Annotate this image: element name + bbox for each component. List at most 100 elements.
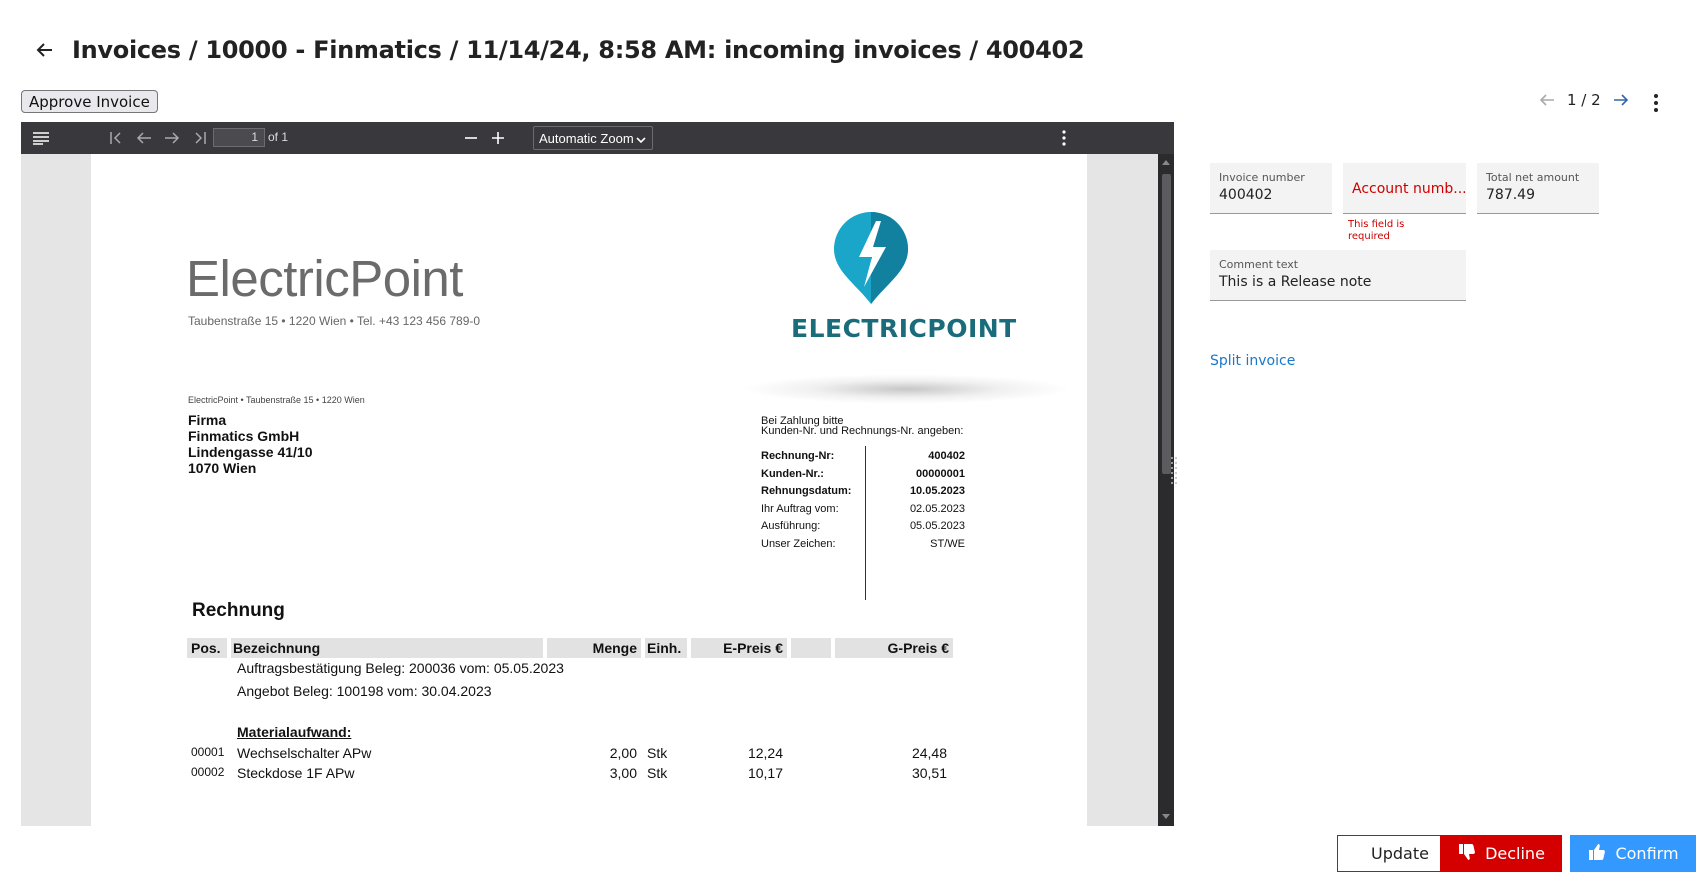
previous-arrow-icon[interactable]: [1535, 88, 1559, 112]
meta-row: Unser Zeichen: ST/WE: [761, 538, 965, 556]
zoom-select-value: Automatic Zoom: [539, 130, 634, 146]
update-button-label: Update: [1371, 844, 1429, 863]
page-total: of 1: [268, 130, 289, 144]
decline-button-label: Decline: [1485, 844, 1545, 863]
col-header-menge: Menge: [547, 638, 641, 658]
field-label: Total net amount: [1486, 171, 1580, 184]
confirm-button[interactable]: Confirm: [1570, 835, 1696, 872]
line-item-pos: 00002: [191, 765, 225, 779]
section-heading: Materialaufwand:: [237, 724, 352, 740]
field-label: Invoice number: [1219, 171, 1305, 184]
line-item-einh: Stk: [647, 745, 668, 761]
recipient-line: Finmatics GmbH: [188, 428, 300, 444]
logo-wordmark: ELECTRICPOINT: [791, 314, 1017, 343]
zoom-out-icon[interactable]: [461, 122, 481, 154]
field-value: This is a Release note: [1219, 274, 1372, 290]
company-address: Taubenstraße 15 • 1220 Wien • Tel. +43 1…: [188, 314, 481, 328]
col-header-blank: [791, 638, 831, 658]
zoom-in-icon[interactable]: [488, 122, 508, 154]
field-error-message: This field is required: [1348, 219, 1405, 242]
total-net-amount-field[interactable]: Total net amount 787.49: [1477, 163, 1599, 214]
more-options-icon[interactable]: [1648, 92, 1664, 114]
meta-value: 10.05.2023: [909, 485, 965, 497]
col-header-epreis: E-Preis €: [691, 638, 787, 658]
meta-label: Rehnungsdatum:: [761, 485, 852, 497]
meta-label: Kunden-Nr.:: [761, 467, 824, 480]
scrollbar-thumb[interactable]: [1162, 174, 1171, 474]
logo-shadow: [741, 374, 1071, 404]
header: Invoices / 10000 - Finmatics / 11/14/24,…: [30, 30, 1085, 70]
approve-invoice-button[interactable]: Approve Invoice: [21, 90, 158, 113]
col-header-einheit: Einh.: [645, 638, 687, 658]
last-page-icon[interactable]: [189, 122, 211, 154]
decline-button[interactable]: Decline: [1440, 835, 1562, 872]
meta-label: Ausführung:: [761, 520, 821, 532]
payment-hint-line: Kunden-Nr. und Rechnungs-Nr. angeben:: [761, 425, 964, 437]
company-name: ElectricPoint: [186, 250, 463, 307]
field-placeholder: Account numb...: [1352, 181, 1467, 197]
meta-value: 02.05.2023: [909, 502, 965, 515]
line-item-epreis: 12,24: [747, 745, 783, 761]
meta-row: Ihr Auftrag vom: 02.05.2023: [761, 503, 965, 521]
line-item-gpreis: 30,51: [911, 765, 947, 781]
first-page-icon[interactable]: [105, 122, 127, 154]
back-arrow-icon[interactable]: [30, 35, 60, 65]
zoom-select[interactable]: Automatic Zoom: [533, 126, 653, 150]
recipient-line: 1070 Wien: [188, 460, 257, 476]
pdf-toolbar: 1 of 1 Automatic Zoom: [21, 122, 1174, 154]
col-header-pos: Pos.: [187, 638, 227, 658]
field-value: 400402: [1219, 187, 1273, 203]
next-arrow-icon[interactable]: [1609, 88, 1633, 112]
line-item-menge: 2,00: [609, 745, 637, 761]
account-number-field[interactable]: Account numb...: [1343, 163, 1467, 214]
thumbs-down-icon: [1457, 842, 1477, 866]
meta-value: 05.05.2023: [909, 520, 965, 532]
resize-handle[interactable]: [1170, 455, 1178, 489]
line-item-gpreis: 24,48: [911, 745, 947, 761]
pdf-more-icon[interactable]: [1057, 122, 1071, 154]
pdf-scrollbar[interactable]: [1158, 154, 1174, 826]
meta-value: ST/WE: [930, 537, 965, 550]
note-line: Auftragsbestätigung Beleg: 200036 vom: 0…: [237, 660, 564, 676]
meta-row: Ausführung: 05.05.2023: [761, 520, 965, 538]
line-item-einh: Stk: [647, 765, 668, 781]
meta-value: 00000001: [916, 467, 965, 480]
previous-page-icon[interactable]: [133, 122, 155, 154]
line-item-pos: 00001: [191, 745, 225, 759]
split-invoice-link[interactable]: Split invoice: [1210, 353, 1295, 369]
line-item-bez: Steckdose 1F APw: [237, 765, 355, 781]
meta-value: 400402: [928, 450, 965, 462]
line-item-bez: Wechselschalter APw: [237, 745, 372, 761]
recipient-address: Firma Finmatics GmbH Lindengasse 41/10 1…: [188, 412, 313, 476]
document-title: Rechnung: [192, 600, 285, 621]
thumbs-up-icon: [1587, 842, 1607, 866]
meta-label: Rechnung-Nr:: [761, 450, 835, 462]
meta-label: Unser Zeichen:: [761, 537, 836, 550]
recipient-line: Lindengasse 41/10: [188, 444, 313, 460]
meta-divider: [865, 446, 866, 600]
next-page-icon[interactable]: [161, 122, 183, 154]
meta-row: Rehnungsdatum: 10.05.2023: [761, 485, 965, 503]
field-label: Comment text: [1219, 258, 1299, 271]
payment-hint: Bei Zahlung bitte Kunden-Nr. und Rechnun…: [761, 416, 964, 437]
lightning-drop-logo-icon: [826, 209, 916, 309]
comment-text-field[interactable]: Comment text This is a Release note: [1210, 250, 1466, 301]
meta-row: Rechnung-Nr: 400402: [761, 450, 965, 468]
note-line: Angebot Beleg: 100198 vom: 30.04.2023: [237, 683, 492, 699]
invoice-number-field[interactable]: Invoice number 400402: [1210, 163, 1332, 214]
sender-line: ElectricPoint • Taubenstraße 15 • 1220 W…: [188, 395, 365, 405]
pdf-page: ElectricPoint Taubenstraße 15 • 1220 Wie…: [91, 154, 1087, 826]
col-header-bezeichnung: Bezeichnung: [231, 638, 543, 658]
breadcrumb: Invoices / 10000 - Finmatics / 11/14/24,…: [72, 36, 1085, 64]
meta-label: Ihr Auftrag vom:: [761, 502, 839, 515]
invoice-meta: Rechnung-Nr: 400402 Kunden-Nr.: 00000001 Reh…: [761, 450, 965, 555]
pdf-viewer: 1 of 1 Automatic Zoom ElectricPoint Taub…: [21, 122, 1174, 826]
sidebar-toggle-icon[interactable]: [29, 122, 53, 154]
field-value: 787.49: [1486, 187, 1535, 203]
line-item-epreis: 10,17: [747, 765, 783, 781]
chevron-down-icon: [636, 133, 646, 148]
page-number-input[interactable]: 1: [213, 128, 265, 147]
recipient-line: Firma: [188, 412, 227, 428]
line-item-menge: 3,00: [609, 765, 637, 781]
confirm-button-label: Confirm: [1615, 844, 1679, 863]
